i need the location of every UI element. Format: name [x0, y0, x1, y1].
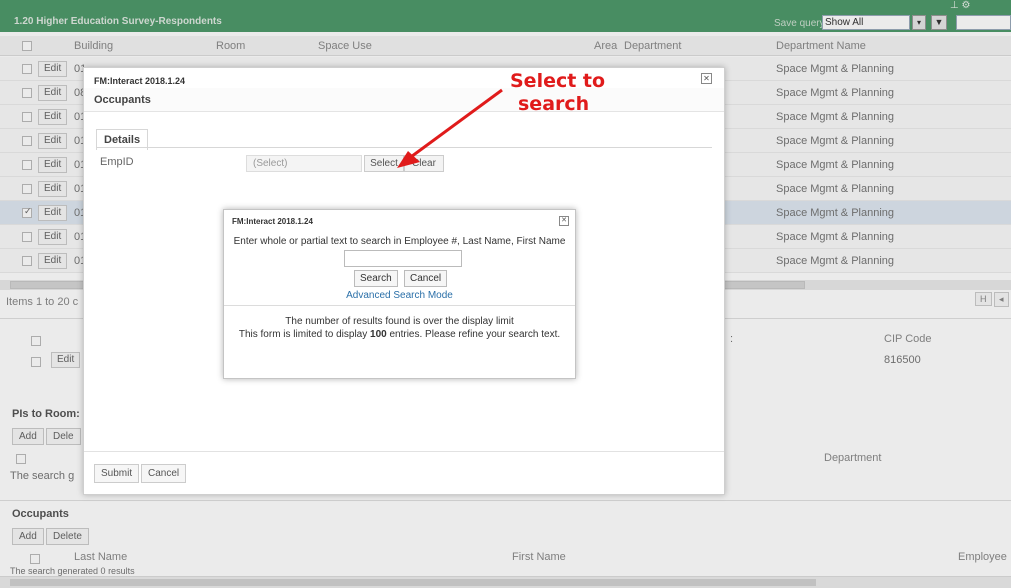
search-button[interactable]: Search: [354, 270, 398, 287]
clear-button[interactable]: Clear: [404, 155, 444, 172]
employee-search-input[interactable]: [344, 250, 462, 267]
annotation-line-1: Select to: [510, 70, 606, 92]
annotation-line-2: search: [518, 93, 590, 115]
empid-field[interactable]: (Select): [246, 155, 362, 172]
cancel-button[interactable]: Cancel: [404, 270, 448, 287]
dialog-divider: [224, 305, 575, 306]
close-icon[interactable]: ✕: [701, 73, 712, 84]
dialog-title: FM:Interact 2018.1.24: [94, 76, 186, 86]
advanced-search-link[interactable]: Advanced Search Mode: [224, 290, 575, 301]
display-limit-count: 100: [370, 329, 387, 340]
annotation-callout: Select to search: [510, 70, 605, 116]
empid-label: EmpID: [100, 156, 134, 168]
select-button[interactable]: Select: [364, 155, 404, 172]
tab-underline: [96, 147, 712, 148]
dialog-heading-bar: Occupants: [84, 88, 724, 112]
dialog-heading: Occupants: [94, 94, 151, 106]
dialog-footer-divider: [84, 451, 724, 452]
result-limit-message: The number of results found is over the …: [285, 316, 514, 327]
cancel-button[interactable]: Cancel: [141, 464, 187, 483]
refine-message-prefix: This form is limited to display: [238, 329, 371, 340]
refine-message-suffix: entries. Please refine your search text.: [386, 329, 561, 340]
refine-search-message: This form is limited to display 100 entr…: [224, 329, 575, 340]
search-prompt: Enter whole or partial text to search in…: [233, 236, 566, 247]
employee-search-dialog: FM:Interact 2018.1.24 ✕ Enter whole or p…: [223, 209, 576, 379]
close-icon[interactable]: ✕: [559, 216, 569, 226]
submit-button[interactable]: Submit: [94, 464, 140, 483]
dialog-title: FM:Interact 2018.1.24: [232, 217, 313, 226]
